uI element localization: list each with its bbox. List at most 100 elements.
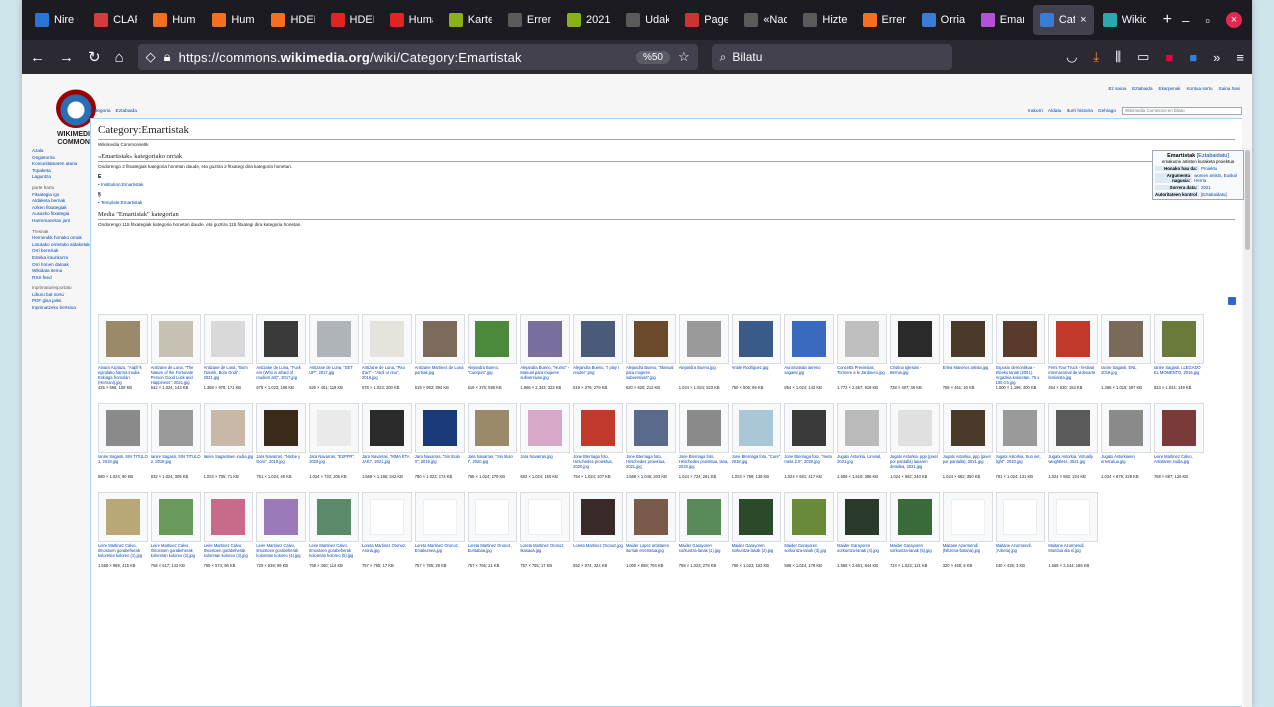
browser-tab[interactable]: HDEHZ xyxy=(264,5,321,35)
file-caption-link[interactable]: Alejandra Bueno, "I play I render".png xyxy=(573,365,623,385)
thumbnail[interactable] xyxy=(889,403,940,453)
gallery-item[interactable]: Jugatx Astorkia, Sun set, light", 2020.j… xyxy=(995,403,1046,489)
extension-icon[interactable]: ■ xyxy=(1165,50,1173,65)
browser-tab[interactable]: Errent xyxy=(501,5,558,35)
thumbnail[interactable] xyxy=(150,314,201,364)
gallery-item[interactable]: Jone Bterriaga foto, Hirschedes proiektu… xyxy=(625,403,676,489)
gallery-item[interactable]: Jugatx Astorkia, Virtually weightless, 2… xyxy=(1048,403,1099,489)
thumbnail-image[interactable] xyxy=(1161,321,1196,357)
gallery-item[interactable]: Ianire Sagasti, ENL 2019.jpg 1.368 × 1.01… xyxy=(1101,314,1151,400)
file-caption-link[interactable]: Loreta Martinez Oronoz, Aroria.jpg xyxy=(362,543,412,563)
thumbnail-image[interactable] xyxy=(897,499,932,535)
thumbnail-image[interactable] xyxy=(739,321,774,357)
browser-tab[interactable]: Kartel xyxy=(442,5,499,35)
browser-tab[interactable]: Orrialc xyxy=(915,5,972,35)
file-caption-link[interactable]: Ainara Azpiazu, "Aapli"k egindako harma … xyxy=(98,365,148,385)
personal-link[interactable]: Saioa hasi xyxy=(1219,86,1240,91)
browser-tab[interactable]: Udako xyxy=(619,5,676,35)
personal-link[interactable]: Ez saioa xyxy=(1108,86,1126,91)
gallery-item[interactable]: Jara Navarras, "MMA ETA JAKI", 2021.jpg 1… xyxy=(361,403,412,489)
gallery-item[interactable]: Concetta Previnsias, Tormere a le Jardin… xyxy=(837,314,887,400)
thumbnail-image[interactable] xyxy=(950,321,985,357)
gallery-item[interactable]: Jone Bterriaga foto, Hirschedes proiektu… xyxy=(678,403,729,489)
file-caption-link[interactable]: Jone Bterriaga foto, Hirschedes proiektu… xyxy=(679,454,729,474)
file-caption-link[interactable]: Jara Navarras, "Sin titulo I", 2020.jpg xyxy=(468,454,518,474)
file-caption-link[interactable]: Maider Garayoren sorkuntza-lanak (2).jpg xyxy=(732,543,782,563)
thumbnail-image[interactable] xyxy=(211,499,246,535)
thumbnail-image[interactable] xyxy=(105,321,140,357)
page-link[interactable]: • Institution:Emartistak xyxy=(98,182,1235,187)
file-caption-link[interactable]: Leire Martinez Calvo, Ilmostoen gorabehe… xyxy=(98,543,148,563)
thumbnail[interactable] xyxy=(678,314,729,364)
thumbnail-image[interactable] xyxy=(1161,410,1196,446)
gallery-item[interactable]: Auromatrala iarreno sagaeti.jpg 854 × 1.0… xyxy=(784,314,835,400)
thumbnail-image[interactable] xyxy=(581,410,616,446)
thumbnail[interactable] xyxy=(1153,314,1204,364)
thumbnail-image[interactable] xyxy=(792,410,827,446)
gallery-item[interactable]: Antizane de Luna, "The Nature of the For… xyxy=(150,314,201,400)
thumbnail[interactable] xyxy=(784,403,835,453)
thumbnail[interactable] xyxy=(573,403,623,453)
thumbnail-image[interactable] xyxy=(633,499,668,535)
browser-tab[interactable]: «Nadia xyxy=(737,5,794,35)
gallery-item[interactable]: Jugatx Astorkia, ppp (pixel por pantalla… xyxy=(942,403,993,489)
view-tab[interactable]: Iturri historia xyxy=(1066,109,1092,114)
file-caption-link[interactable]: Ianire Sagasti, LLEGADO EL MOMENTO, 2016… xyxy=(1154,365,1204,385)
thumbnail-image[interactable] xyxy=(475,410,510,446)
file-caption-link[interactable]: Maider Lopez artistaren iturriak erretra… xyxy=(626,543,676,563)
browser-tab[interactable]: Cate × xyxy=(1032,5,1094,35)
thumbnail-image[interactable] xyxy=(845,499,880,535)
thumbnail-image[interactable] xyxy=(475,321,510,357)
gallery-item[interactable]: Leire Martinez Calvo, Ilmostoen gorabehe… xyxy=(150,492,201,578)
browser-tab[interactable]: Pages xyxy=(678,5,735,35)
thumbnail[interactable] xyxy=(995,314,1046,364)
extension-icon-2[interactable]: ■ xyxy=(1189,50,1197,65)
file-caption-link[interactable]: Antizane Martinez de Luna portrait.jpg xyxy=(415,365,465,385)
close-window-icon[interactable]: × xyxy=(1226,12,1242,28)
gallery-item[interactable]: Jugatx Astorkia, Liminal, 2021.jpg 1.509 … xyxy=(837,403,887,489)
thumbnail-image[interactable] xyxy=(739,499,774,535)
thumbnail-image[interactable] xyxy=(105,410,140,446)
url-bar[interactable]: ◇ 🔒︎ https://commons.wikimedia.org/wiki/… xyxy=(137,44,698,70)
thumbnail-image[interactable] xyxy=(1003,321,1038,357)
thumbnail[interactable] xyxy=(520,403,571,453)
gallery-item[interactable]: Maider Garayoren sorkuntza-lanak (1).jpg… xyxy=(678,492,729,578)
thumbnail-image[interactable] xyxy=(1003,499,1038,535)
file-caption-link[interactable]: Loreta Martinez Oronoz, Euritabaa.jpg xyxy=(468,543,518,563)
thumbnail-image[interactable] xyxy=(581,499,616,535)
thumbnail-image[interactable] xyxy=(528,410,563,446)
thumbnail-image[interactable] xyxy=(369,321,404,357)
gallery-item[interactable]: Jara Navarras.jpg 683 × 1.024; 150 KB xyxy=(520,403,571,489)
gallery-item[interactable]: Maider Garayoren sorkuntza-lanak (5).jpg… xyxy=(889,492,940,578)
thumbnail-image[interactable] xyxy=(686,410,721,446)
file-caption-link[interactable]: Ianire Sagastinen irudia.jpg xyxy=(204,454,254,474)
thumbnail[interactable] xyxy=(837,492,887,542)
file-caption-link[interactable]: Ianire Sagasti, SIN TITULO 2, 2018.jpg xyxy=(151,454,201,474)
file-caption-link[interactable]: Maider Garayoren sorkuntza-lanak (4).jpg xyxy=(837,543,887,563)
view-tab[interactable]: Gehiago xyxy=(1098,109,1116,114)
thumbnail[interactable] xyxy=(1048,492,1099,542)
back-icon[interactable]: ← xyxy=(30,49,45,66)
gallery-item[interactable]: Jara Navarras, "Sin titulo I", 2020.jpg 7… xyxy=(467,403,518,489)
gallery-item[interactable]: Ianire Sagasti, LLEGADO EL MOMENTO, 2016… xyxy=(1153,314,1204,400)
file-caption-link[interactable]: Esposio demoniikoa - Elneko lanak (2001)… xyxy=(996,365,1046,385)
browser-tab[interactable]: HDEH2 xyxy=(324,5,381,35)
thumbnail-image[interactable] xyxy=(739,410,774,446)
gallery-item[interactable]: Antizane de Luna, "SET UP", 2017.jpg 620 … xyxy=(309,314,359,400)
file-caption-link[interactable]: Jugatx Astorkiaren erretratua.jpg xyxy=(1101,454,1151,474)
gallery-item[interactable]: Leire Martinez Calvo, Ilmostoen gorabehe… xyxy=(203,492,254,578)
reload-icon[interactable]: ↻ xyxy=(88,48,101,66)
file-caption-link[interactable]: Antizane de Luna, "Pao d'art" - "Akol ur… xyxy=(362,365,412,385)
thumbnail-image[interactable] xyxy=(369,410,404,446)
personal-link[interactable]: Eztabaida xyxy=(1132,86,1152,91)
thumbnail[interactable] xyxy=(98,492,148,542)
view-tab[interactable]: Aldatu xyxy=(1048,109,1062,114)
thumbnail[interactable] xyxy=(1048,314,1099,364)
scrollbar-thumb[interactable] xyxy=(1245,150,1250,250)
gallery-item[interactable]: Alejandra Bueno.jpg 1.024 × 1.024; 523 KB xyxy=(678,314,729,400)
thumbnail-image[interactable] xyxy=(845,321,880,357)
wiki-search-input[interactable]: Wikimedia Commons-en bilatu xyxy=(1122,107,1242,115)
file-caption-link[interactable]: Antizane de Luna, "The Nature of the For… xyxy=(151,365,201,385)
pocket-icon[interactable]: ◡ xyxy=(1066,49,1077,65)
thumbnail-image[interactable] xyxy=(1109,321,1144,357)
